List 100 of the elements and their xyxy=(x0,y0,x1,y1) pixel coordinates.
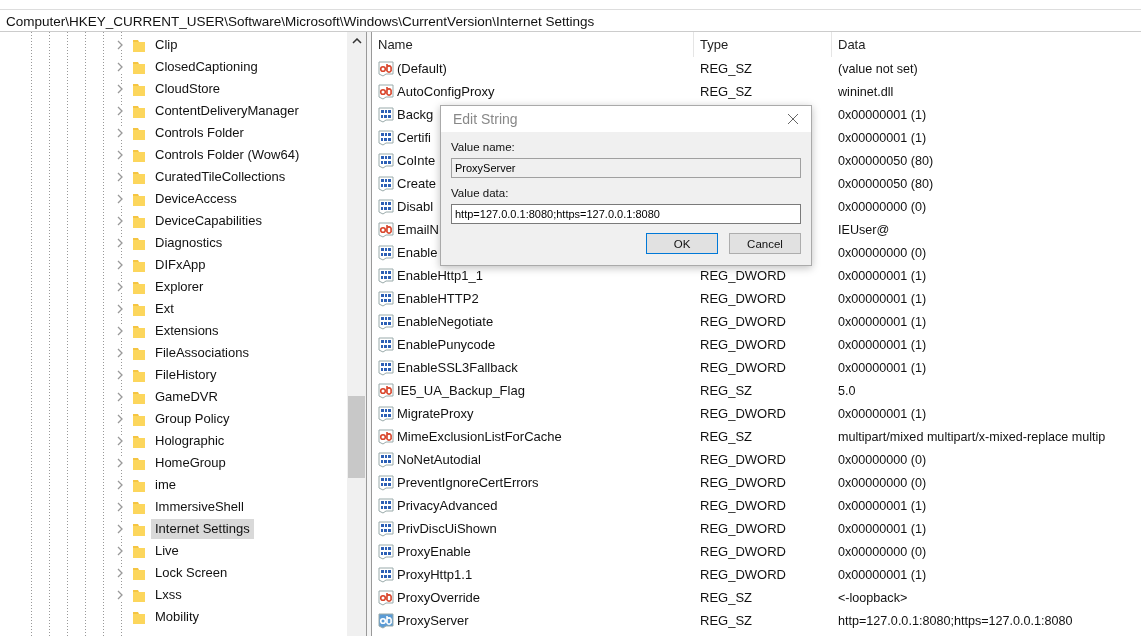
value-data: 0x00000001 (1) xyxy=(838,268,927,283)
tree-item[interactable]: Controls Folder (Wow64) xyxy=(151,145,304,165)
chevron-icon[interactable] xyxy=(116,304,124,314)
address-bar[interactable]: Computer\HKEY_CURRENT_USER\Software\Microsoft\Windows\CurrentVersion\Internet Settings xyxy=(0,9,1141,32)
tree-item[interactable]: Controls Folder xyxy=(151,123,248,143)
tree-item[interactable]: ime xyxy=(151,475,180,495)
tree-item[interactable]: Extensions xyxy=(151,321,223,341)
value-type: REG_DWORD xyxy=(700,314,786,329)
folder-icon xyxy=(132,301,146,317)
tree-item[interactable]: DIFxApp xyxy=(151,255,210,275)
value-name: EnableSSL3Fallback xyxy=(397,360,518,375)
input-field[interactable]: ProxyServer xyxy=(451,158,801,178)
chevron-icon[interactable] xyxy=(116,568,124,578)
input-field[interactable]: http=127.0.0.1:8080;https=127.0.0.1:8080 xyxy=(451,204,801,224)
chevron-icon[interactable] xyxy=(116,194,124,204)
scrollbar[interactable] xyxy=(347,32,366,636)
value-data: 0x00000000 (0) xyxy=(838,452,927,467)
chevron-icon[interactable] xyxy=(116,216,124,226)
chevron-icon[interactable] xyxy=(116,458,124,468)
tree-item[interactable]: Diagnostics xyxy=(151,233,227,253)
tree-item[interactable]: CloudStore xyxy=(151,79,225,99)
value-data: 0x00000050 (80) xyxy=(838,176,934,191)
value-type: REG_DWORD xyxy=(700,360,786,375)
tree-item[interactable]: FileHistory xyxy=(151,365,221,385)
tree-item[interactable]: CuratedTileCollections xyxy=(151,167,290,187)
folder-icon xyxy=(132,125,146,141)
tree-item[interactable]: ClosedCaptioning xyxy=(151,57,262,77)
chevron-icon[interactable] xyxy=(116,238,124,248)
value-type: REG_SZ xyxy=(700,84,752,99)
tree-item[interactable]: Lock Screen xyxy=(151,563,232,583)
chevron-icon[interactable] xyxy=(116,128,124,138)
tree-item[interactable]: DeviceAccess xyxy=(151,189,241,209)
chevron-icon[interactable] xyxy=(116,172,124,182)
value-type: REG_DWORD xyxy=(700,475,786,490)
value-data: http=127.0.0.1:8080;https=127.0.0.1:8080 xyxy=(838,613,1073,628)
chevron-icon[interactable] xyxy=(116,150,124,160)
folder-icon xyxy=(132,389,146,405)
value-type: REG_SZ xyxy=(700,613,752,628)
value-type: REG_SZ xyxy=(700,383,752,398)
chevron-icon[interactable] xyxy=(116,502,124,512)
value-type: REG_DWORD xyxy=(700,268,786,283)
value-data: <-loopback> xyxy=(838,590,908,605)
chevron-icon[interactable] xyxy=(116,260,124,270)
tree-item[interactable]: Mobility xyxy=(151,607,204,627)
chevron-icon[interactable] xyxy=(116,62,124,72)
dialog-title: Edit String xyxy=(453,111,518,127)
close-icon[interactable] xyxy=(787,113,799,125)
value-name: EnableHTTP2 xyxy=(397,291,479,306)
tree-item[interactable]: Lxss xyxy=(151,585,186,605)
chevron-icon[interactable] xyxy=(116,436,124,446)
dialog-button[interactable]: Cancel xyxy=(729,233,801,254)
scroll-up-icon[interactable] xyxy=(351,38,362,44)
tree-item[interactable]: ContentDeliveryManager xyxy=(151,101,303,121)
chevron-icon[interactable] xyxy=(116,524,124,534)
tree-item[interactable]: ImmersiveShell xyxy=(151,497,248,517)
value-name: (Default) xyxy=(397,61,447,76)
chevron-icon[interactable] xyxy=(116,590,124,600)
tree-item[interactable]: Internet Settings xyxy=(151,519,254,539)
tree-item[interactable]: Explorer xyxy=(151,277,208,297)
value-data: 0x00000000 (0) xyxy=(838,245,927,260)
folder-icon xyxy=(132,367,146,383)
value-data: 0x00000001 (1) xyxy=(838,337,927,352)
chevron-icon[interactable] xyxy=(116,546,124,556)
tree-item[interactable]: HomeGroup xyxy=(151,453,230,473)
value-data: 0x00000001 (1) xyxy=(838,107,927,122)
folder-icon xyxy=(132,37,146,53)
tree-item[interactable]: Live xyxy=(151,541,183,561)
folder-icon xyxy=(132,147,146,163)
value-type: REG_DWORD xyxy=(700,406,786,421)
tree-item[interactable]: Holographic xyxy=(151,431,229,451)
value-type: REG_DWORD xyxy=(700,567,786,582)
chevron-icon[interactable] xyxy=(116,480,124,490)
tree-item[interactable]: Ext xyxy=(151,299,178,319)
scroll-thumb[interactable] xyxy=(348,396,365,478)
tree-item[interactable]: Clip xyxy=(151,35,182,55)
chevron-icon[interactable] xyxy=(116,106,124,116)
value-data: 0x00000001 (1) xyxy=(838,360,927,375)
field-label: Value name: xyxy=(451,140,516,154)
folder-icon xyxy=(132,257,146,273)
folder-icon xyxy=(132,323,146,339)
chevron-icon[interactable] xyxy=(116,40,124,50)
tree-item[interactable]: Group Policy xyxy=(151,409,234,429)
chevron-icon[interactable] xyxy=(116,414,124,424)
column-header[interactable]: Data xyxy=(832,32,866,57)
chevron-icon[interactable] xyxy=(116,326,124,336)
tree-item[interactable]: DeviceCapabilities xyxy=(151,211,266,231)
value-name: ProxyHttp1.1 xyxy=(397,567,473,582)
chevron-icon[interactable] xyxy=(116,392,124,402)
value-data: (value not set) xyxy=(838,61,918,76)
tree-item[interactable]: GameDVR xyxy=(151,387,222,407)
folder-icon xyxy=(132,587,146,603)
tree-item[interactable]: FileAssociations xyxy=(151,343,253,363)
column-header[interactable]: Type xyxy=(694,32,832,57)
chevron-icon[interactable] xyxy=(116,282,124,292)
folder-icon xyxy=(132,411,146,427)
column-header[interactable]: Name xyxy=(372,32,694,57)
chevron-icon[interactable] xyxy=(116,370,124,380)
chevron-icon[interactable] xyxy=(116,84,124,94)
dialog-button[interactable]: OK xyxy=(646,233,718,254)
chevron-icon[interactable] xyxy=(116,348,124,358)
